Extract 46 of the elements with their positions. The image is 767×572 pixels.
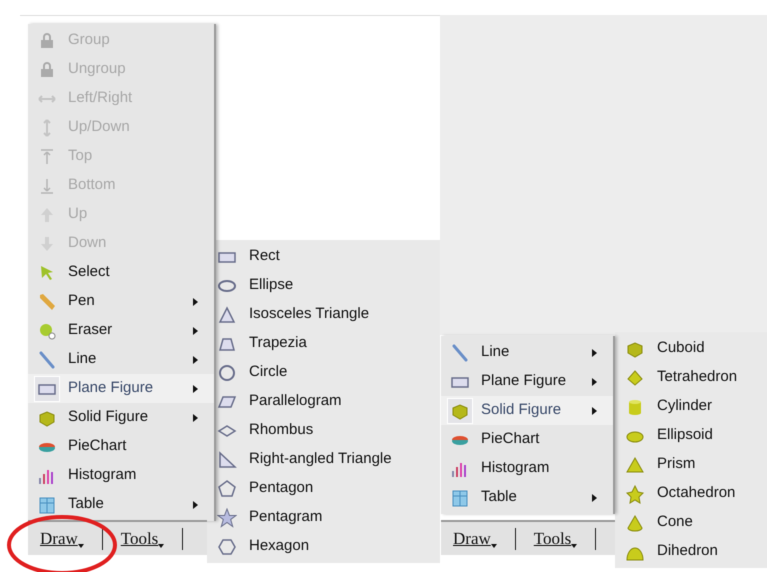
submenu-arrow-icon [193,326,198,334]
dropdown-caret-icon [490,544,497,548]
pentagon-icon [217,478,237,498]
submenu-arrow-icon [592,348,597,356]
menu-button[interactable]: Draw [453,526,497,552]
submenu-arrow-icon [592,494,597,502]
menu-item[interactable]: Line [441,338,613,367]
menu-item[interactable]: Ellipsoid [615,421,755,450]
menu-item[interactable]: Solid Figure [441,396,613,425]
menu-item[interactable]: Histogram [441,454,613,483]
submenu-arrow-icon [193,356,198,364]
circle-icon [217,362,237,382]
menu-item[interactable]: Hexagon [207,532,428,561]
dropdown-caret-icon [78,544,84,548]
star-icon [217,508,237,528]
submenu-arrow-icon [193,500,198,508]
menu-item[interactable]: Cylinder [615,392,755,421]
menu-button[interactable]: Draw [40,526,84,552]
menu-item[interactable]: PieChart [441,425,613,454]
menu-item[interactable]: Plane Figure [28,374,214,403]
menu-item[interactable]: Plane Figure [441,367,613,396]
cone-icon [625,512,645,532]
table-icon [37,494,57,514]
hexagon-icon [217,536,237,556]
table-icon [450,488,470,508]
menu-item[interactable]: Cone [615,508,755,537]
menu-item[interactable]: Octahedron [615,479,755,508]
menu-item[interactable]: Dihedron [615,537,755,566]
menu-button[interactable]: Tools [534,526,578,552]
menu-item[interactable]: Prism [615,450,755,479]
submenu-arrow-icon [193,414,198,422]
triangle-icon [217,304,237,324]
menu-item[interactable]: Cuboid [615,334,755,363]
menu-button[interactable]: Tools [120,526,164,552]
line-icon [37,350,57,370]
menu-item[interactable]: Table [441,483,613,512]
right-triangle-icon [217,450,237,470]
submenu-arrow-icon [592,406,597,414]
submenu-arrow-icon [193,384,198,392]
pencil-icon [37,292,57,312]
dropdown-caret-icon [158,544,164,548]
menu-item[interactable]: Tetrahedron [615,363,755,392]
submenu-arrow-icon [193,298,198,306]
dropdown-caret-icon [571,544,578,548]
submenu-arrow-icon [592,378,597,386]
line-icon [450,342,470,362]
